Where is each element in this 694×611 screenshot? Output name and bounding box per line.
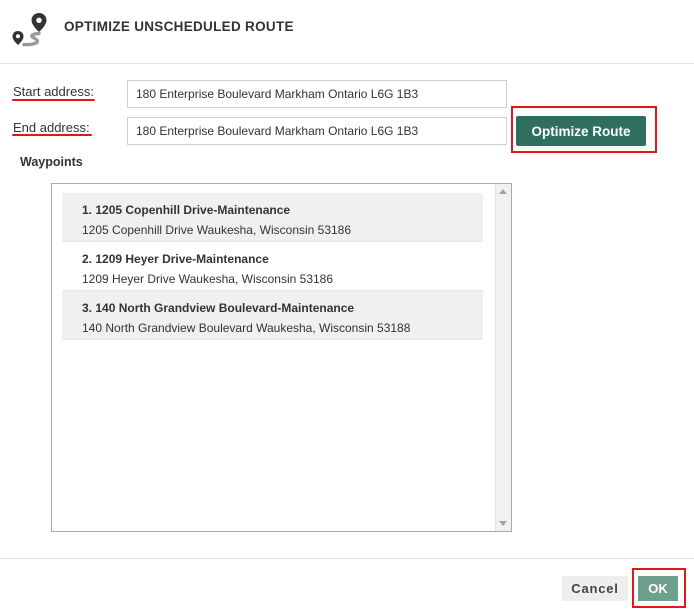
start-address-input[interactable] (127, 80, 507, 108)
waypoint-address: 140 North Grandview Boulevard Waukesha, … (82, 321, 411, 335)
waypoint-address: 1205 Copenhill Drive Waukesha, Wisconsin… (82, 223, 352, 237)
optimize-route-button[interactable]: Optimize Route (516, 116, 646, 146)
end-label-annotation (12, 134, 92, 136)
waypoint-name: 2. 1209 Heyer Drive-Maintenance (82, 252, 269, 266)
end-address-input[interactable] (127, 117, 507, 145)
waypoint-address: 1209 Heyer Drive Waukesha, Wisconsin 531… (82, 272, 334, 286)
start-label-annotation (12, 99, 95, 101)
waypoint-name: 3. 140 North Grandview Boulevard-Mainten… (82, 301, 355, 315)
footer-divider (0, 558, 694, 559)
cancel-button[interactable]: Cancel (562, 576, 628, 601)
waypoint-items: 1. 1205 Copenhill Drive-Maintenance 1205… (62, 193, 483, 340)
ok-button[interactable]: OK (638, 576, 678, 601)
end-address-label: End address: (13, 120, 90, 135)
waypoint-item-3[interactable]: 3. 140 North Grandview Boulevard-Mainten… (62, 291, 483, 340)
dialog-title: OPTIMIZE UNSCHEDULED ROUTE (64, 19, 294, 34)
scroll-down-arrow-icon[interactable] (499, 521, 507, 526)
waypoints-label: Waypoints (20, 155, 83, 169)
waypoints-scrollbar[interactable] (495, 184, 511, 531)
scroll-up-arrow-icon[interactable] (499, 189, 507, 194)
start-address-label: Start address: (13, 84, 94, 99)
waypoint-name: 1. 1205 Copenhill Drive-Maintenance (82, 203, 291, 217)
waypoint-item-1[interactable]: 1. 1205 Copenhill Drive-Maintenance 1205… (62, 193, 483, 242)
waypoints-list[interactable]: 1. 1205 Copenhill Drive-Maintenance 1205… (51, 183, 512, 532)
route-map-pin-icon (12, 13, 47, 47)
waypoint-item-2[interactable]: 2. 1209 Heyer Drive-Maintenance 1209 Hey… (62, 242, 483, 291)
dialog-header: OPTIMIZE UNSCHEDULED ROUTE (0, 0, 694, 64)
